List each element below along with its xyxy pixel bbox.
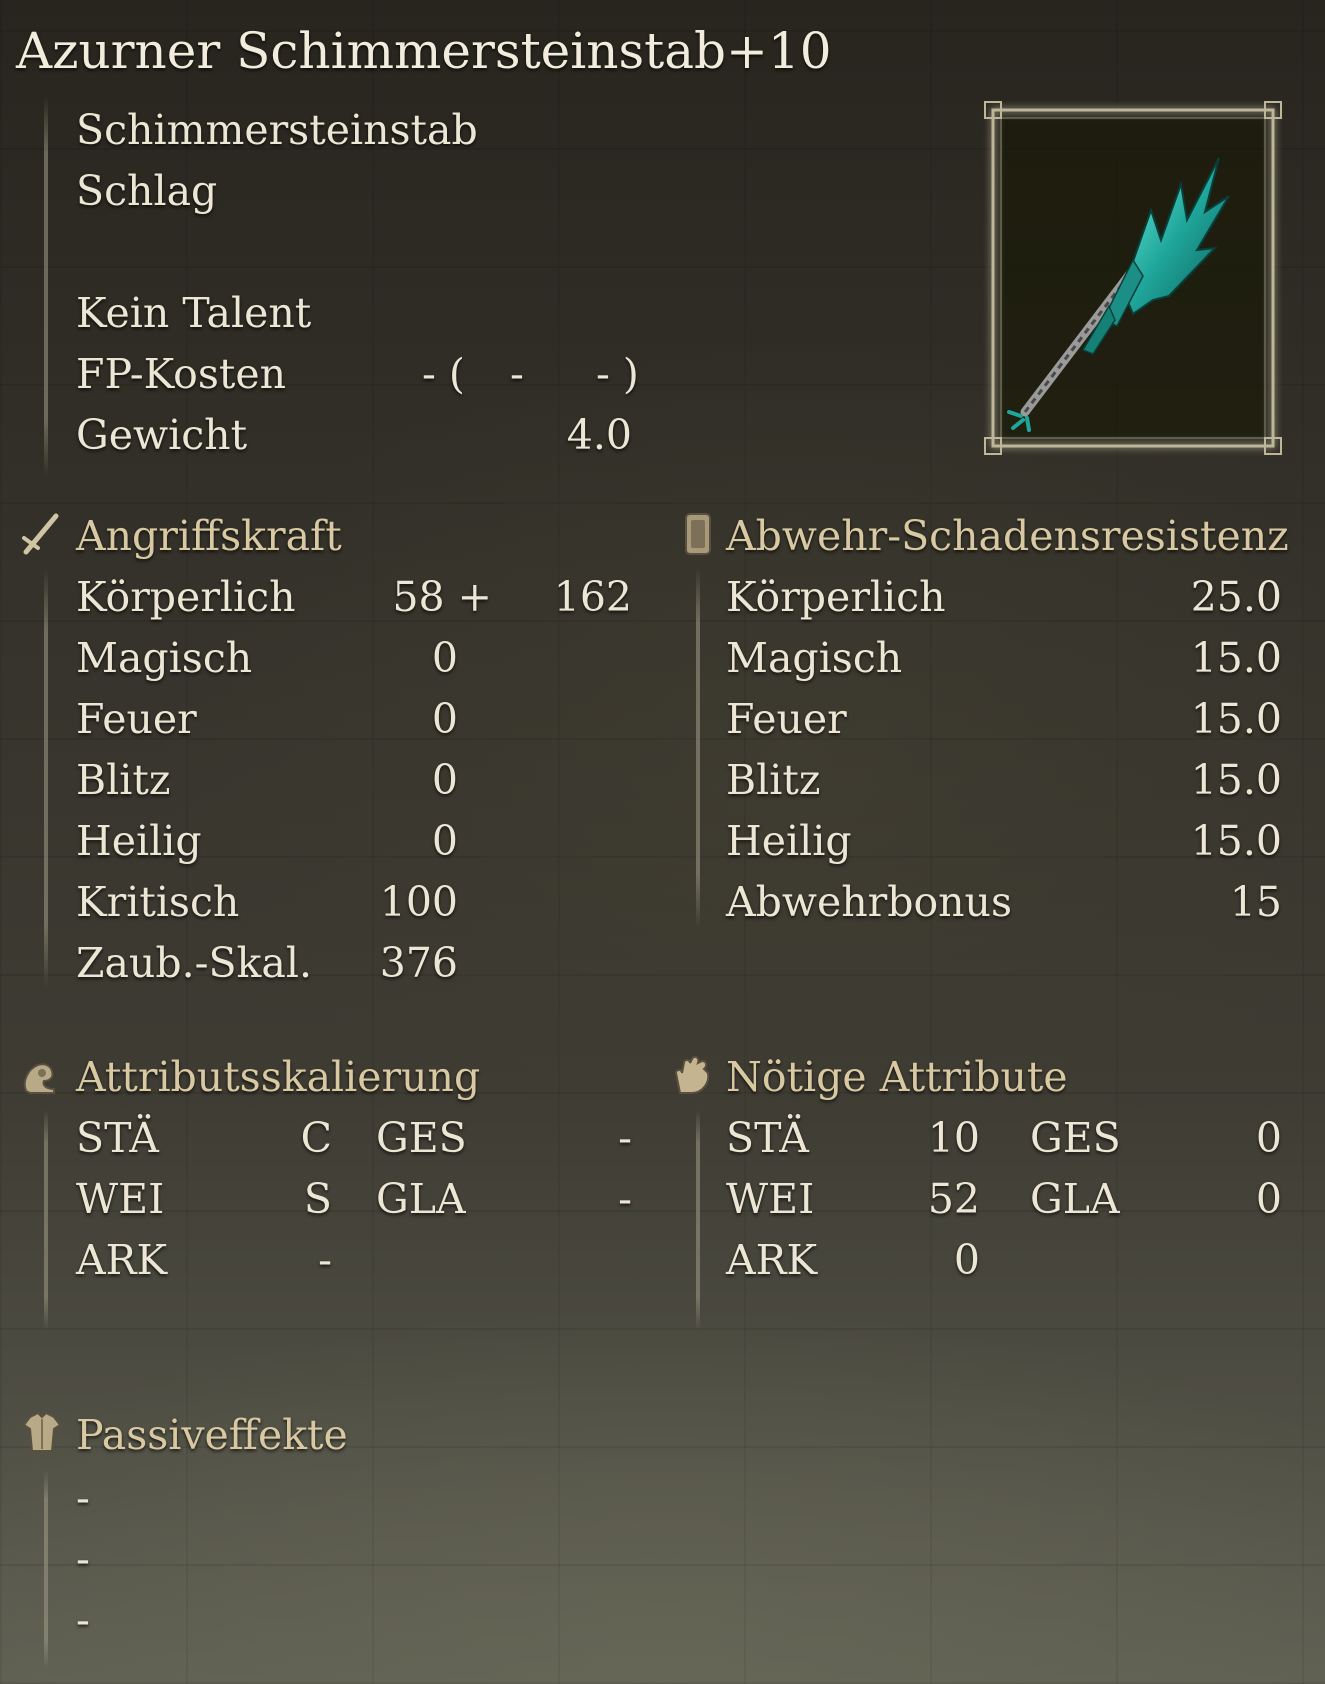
scaling-grade-int: S — [303, 1175, 332, 1223]
guard-value-magic: 15.0 — [1190, 634, 1282, 682]
fp-cost-label: FP-Kosten — [76, 350, 287, 398]
req-value-arc: 0 — [953, 1236, 980, 1284]
guard-value-boost: 15 — [1229, 878, 1282, 926]
guard-value-physical: 25.0 — [1190, 573, 1282, 621]
attack-label-physical: Körperlich — [76, 573, 296, 621]
azure-glintstone-staff-icon — [1007, 157, 1230, 432]
passive-effect-3: - — [76, 1596, 90, 1644]
fp-cost-close: - ) — [596, 350, 639, 398]
scaling-grade-arc: - — [318, 1236, 332, 1284]
scaling-label-arc: ARK — [76, 1236, 168, 1284]
scaling-header: Attributsskalierung — [76, 1053, 481, 1101]
guard-label-holy: Heilig — [726, 817, 852, 865]
attack-base-magic: 0 — [431, 634, 458, 682]
requirements-divider — [696, 1110, 700, 1330]
passive-effect-2: - — [76, 1535, 90, 1583]
scaling-divider — [44, 1110, 48, 1330]
req-value-int: 52 — [927, 1175, 980, 1223]
attack-label-sorcery-scaling: Zaub.-Skal. — [76, 939, 312, 987]
guard-label-lightning: Blitz — [726, 756, 821, 804]
req-label-arc: ARK — [726, 1236, 818, 1284]
hand-icon — [674, 1055, 710, 1094]
flexed-arm-icon — [23, 1063, 55, 1094]
weight-label: Gewicht — [76, 411, 248, 459]
attack-header: Angriffskraft — [76, 512, 342, 560]
scaling-label-str: STÄ — [76, 1114, 159, 1162]
weapon-type: Schimmersteinstab — [76, 106, 478, 154]
attack-base-sorcery-scaling: 376 — [379, 939, 458, 987]
req-label-dex: GES — [1030, 1114, 1121, 1162]
attack-divider — [44, 568, 48, 988]
guard-value-holy: 15.0 — [1190, 817, 1282, 865]
scaling-grade-dex: - — [618, 1114, 632, 1162]
fp-cost-open: - ( — [422, 350, 465, 398]
attack-base-holy: 0 — [431, 817, 458, 865]
passive-header: Passiveffekte — [76, 1411, 348, 1459]
attack-label-critical: Kritisch — [76, 878, 240, 926]
attack-base-physical: 58 + — [392, 573, 492, 621]
guard-value-lightning: 15.0 — [1190, 756, 1282, 804]
attack-bonus-physical: 162 — [553, 573, 632, 621]
info-divider — [44, 96, 48, 476]
req-value-fai: 0 — [1255, 1175, 1282, 1223]
req-label-fai: GLA — [1030, 1175, 1120, 1223]
guard-label-boost: Abwehrbonus — [726, 878, 1012, 926]
attack-base-fire: 0 — [431, 695, 458, 743]
scaling-label-dex: GES — [376, 1114, 467, 1162]
guard-label-physical: Körperlich — [726, 573, 946, 621]
armor-icon — [22, 1411, 62, 1452]
attack-label-fire: Feuer — [76, 695, 197, 743]
scaling-grade-fai: - — [618, 1175, 632, 1223]
attack-base-lightning: 0 — [431, 756, 458, 804]
scaling-label-fai: GLA — [376, 1175, 466, 1223]
req-value-str: 10 — [927, 1114, 980, 1162]
scaling-grade-str: C — [300, 1114, 332, 1162]
req-label-int: WEI — [726, 1175, 815, 1223]
sword-icon — [22, 513, 59, 555]
item-image-frame — [983, 100, 1283, 456]
req-label-str: STÄ — [726, 1114, 809, 1162]
passive-divider — [44, 1470, 48, 1670]
shield-icon — [685, 513, 711, 555]
guard-value-fire: 15.0 — [1190, 695, 1282, 743]
scaling-label-int: WEI — [76, 1175, 165, 1223]
guard-divider — [696, 568, 700, 928]
skill-name: Kein Talent — [76, 289, 312, 337]
guard-label-fire: Feuer — [726, 695, 847, 743]
item-name: Azurner Schimmersteinstab+10 — [16, 22, 832, 80]
attack-type: Schlag — [76, 167, 218, 215]
passive-effect-1: - — [76, 1474, 90, 1522]
attack-label-magic: Magisch — [76, 634, 253, 682]
attack-label-lightning: Blitz — [76, 756, 171, 804]
req-value-dex: 0 — [1255, 1114, 1282, 1162]
guard-label-magic: Magisch — [726, 634, 903, 682]
attack-label-holy: Heilig — [76, 817, 202, 865]
guard-header: Abwehr-Schadensresistenz — [726, 512, 1289, 560]
attack-base-critical: 100 — [379, 878, 458, 926]
weight-value: 4.0 — [566, 411, 632, 459]
fp-cost-mid: - — [510, 350, 524, 398]
requirements-header: Nötige Attribute — [726, 1053, 1068, 1101]
